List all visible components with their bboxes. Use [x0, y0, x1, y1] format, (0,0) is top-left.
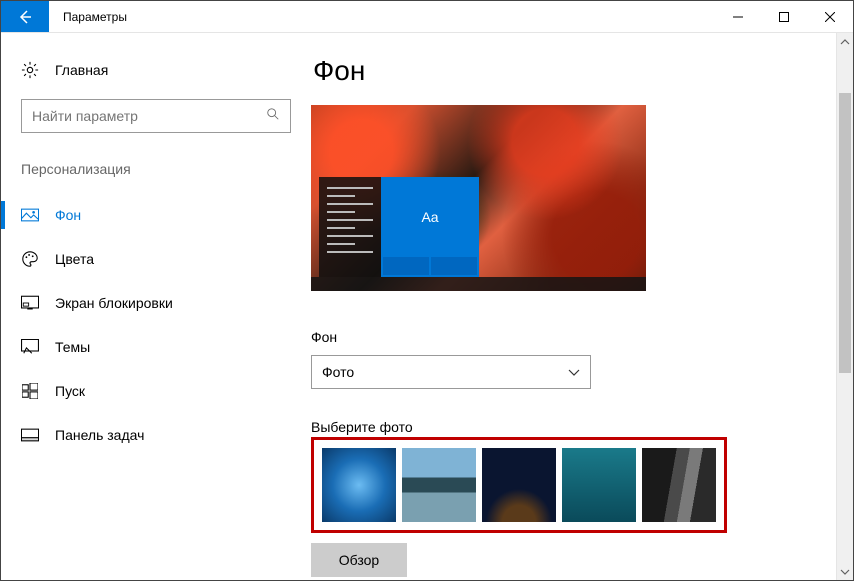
search-icon — [266, 107, 280, 126]
taskbar-icon — [21, 426, 39, 444]
window-controls — [715, 1, 853, 32]
start-icon — [21, 382, 39, 400]
sidebar-item-label: Цвета — [55, 251, 94, 267]
sidebar-item-label: Фон — [55, 207, 81, 223]
maximize-icon — [779, 12, 789, 22]
photo-thumb-3[interactable] — [482, 448, 556, 522]
sidebar-item-label: Панель задач — [55, 427, 144, 443]
photo-thumb-4[interactable] — [562, 448, 636, 522]
back-button[interactable] — [1, 1, 49, 32]
sidebar-item-taskbar[interactable]: Панель задач — [1, 413, 311, 457]
vertical-scrollbar[interactable] — [836, 33, 853, 580]
scroll-thumb[interactable] — [839, 93, 851, 373]
home-label: Главная — [55, 62, 108, 78]
photo-thumbnails-highlight — [311, 437, 727, 533]
photo-thumb-2[interactable] — [402, 448, 476, 522]
photo-thumb-5[interactable] — [642, 448, 716, 522]
lockscreen-icon — [21, 294, 39, 312]
background-type-dropdown[interactable]: Фото — [311, 355, 591, 389]
close-button[interactable] — [807, 1, 853, 32]
sidebar-item-start[interactable]: Пуск — [1, 369, 311, 413]
search-input[interactable] — [32, 108, 266, 124]
preview-start-menu: Aa — [319, 177, 479, 277]
chevron-down-icon — [568, 364, 580, 380]
sidebar-item-background[interactable]: Фон — [1, 193, 311, 237]
home-nav[interactable]: Главная — [1, 51, 311, 89]
scroll-down-button[interactable] — [837, 563, 853, 580]
close-icon — [825, 12, 835, 22]
sidebar-item-label: Темы — [55, 339, 90, 355]
sidebar-item-lockscreen[interactable]: Экран блокировки — [1, 281, 311, 325]
background-label: Фон — [311, 329, 823, 345]
minimize-icon — [733, 12, 743, 22]
chevron-up-icon — [840, 39, 850, 45]
sidebar-item-label: Пуск — [55, 383, 85, 399]
browse-button-label: Обзор — [339, 552, 379, 568]
arrow-left-icon — [17, 9, 33, 25]
sidebar: Главная Персонализация Фон Цвета Э — [1, 33, 311, 580]
page-title: Фон — [311, 55, 823, 87]
choose-photo-label: Выберите фото — [311, 419, 823, 435]
sidebar-item-themes[interactable]: Темы — [1, 325, 311, 369]
window-title: Параметры — [49, 1, 127, 32]
palette-icon — [21, 250, 39, 268]
themes-icon — [21, 338, 39, 356]
search-input-container[interactable] — [21, 99, 291, 133]
section-title: Персонализация — [1, 155, 311, 193]
sidebar-item-label: Экран блокировки — [55, 295, 173, 311]
browse-button[interactable]: Обзор — [311, 543, 407, 577]
preview-taskbar — [311, 277, 646, 291]
chevron-down-icon — [840, 569, 850, 575]
gear-icon — [21, 61, 39, 79]
maximize-button[interactable] — [761, 1, 807, 32]
preview-tile-aa: Aa — [383, 179, 477, 255]
photo-thumb-1[interactable] — [322, 448, 396, 522]
titlebar: Параметры — [1, 1, 853, 33]
minimize-button[interactable] — [715, 1, 761, 32]
picture-icon — [21, 206, 39, 224]
scroll-up-button[interactable] — [837, 33, 853, 50]
desktop-preview: Aa — [311, 105, 646, 291]
main-panel: Фон Aa Фон — [311, 33, 853, 580]
sidebar-item-colors[interactable]: Цвета — [1, 237, 311, 281]
dropdown-value: Фото — [322, 364, 354, 380]
